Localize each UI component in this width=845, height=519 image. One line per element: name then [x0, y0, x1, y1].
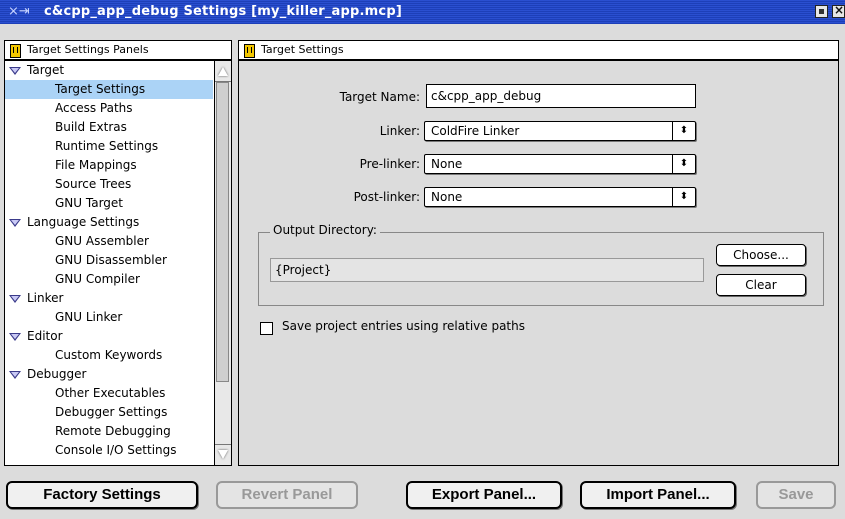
disclosure-triangle-icon[interactable] — [9, 295, 21, 303]
prelinker-value: None — [431, 157, 463, 171]
collapse-box-icon[interactable] — [815, 5, 828, 18]
clear-button[interactable]: Clear — [716, 274, 806, 296]
tree-item[interactable]: GNU Disassembler — [5, 251, 231, 270]
postlinker-value: None — [431, 190, 463, 204]
tree-item[interactable]: Source Trees — [5, 175, 231, 194]
tree-item[interactable]: Target Settings — [5, 80, 213, 99]
scroll-thumb[interactable] — [216, 82, 229, 382]
panels-tree[interactable]: Target Target Settings Access Paths Build E… — [4, 60, 232, 466]
save-button[interactable]: Save — [756, 481, 836, 509]
disclosure-triangle-icon[interactable] — [9, 333, 21, 341]
tree-label: Source Trees — [55, 177, 132, 191]
output-directory-path: {Project} — [270, 258, 704, 282]
tree-scrollbar[interactable] — [214, 61, 231, 465]
tree-label: GNU Compiler — [55, 272, 140, 286]
factory-settings-button[interactable]: Factory Settings — [6, 481, 198, 509]
tree-group[interactable]: Debugger — [5, 365, 231, 384]
tree-label: Debugger — [27, 367, 87, 381]
tree-item[interactable]: File Mappings — [5, 156, 231, 175]
tree-label: File Mappings — [55, 158, 137, 172]
tree-label: Editor — [27, 329, 63, 343]
disclosure-triangle-icon[interactable] — [9, 67, 21, 75]
tree-item[interactable]: Runtime Settings — [5, 137, 231, 156]
tree-item[interactable]: Access Paths — [5, 99, 231, 118]
popup-arrows-icon: ⬍ — [672, 122, 695, 140]
close-box-icon[interactable]: × — [832, 3, 845, 18]
tree-label: Target — [27, 63, 65, 77]
tree-label: Linker — [27, 291, 64, 305]
tree-group[interactable]: Language Settings — [5, 213, 231, 232]
tree-label: GNU Target — [55, 196, 123, 210]
panel-badge-icon — [244, 44, 255, 58]
tree-label: GNU Disassembler — [55, 253, 167, 267]
tree-label: GNU Assembler — [55, 234, 149, 248]
tree-group[interactable]: Editor — [5, 327, 231, 346]
revert-panel-button[interactable]: Revert Panel — [216, 481, 358, 509]
disclosure-triangle-icon[interactable] — [9, 371, 21, 379]
tree-label: Target Settings — [55, 82, 146, 96]
scroll-up-arrow-icon[interactable] — [215, 61, 231, 82]
panels-tree-list: Target Target Settings Access Paths Build E… — [5, 61, 231, 460]
panel-header: Target Settings — [238, 40, 839, 60]
tree-item[interactable]: GNU Compiler — [5, 270, 231, 289]
panel-badge-icon — [10, 44, 21, 58]
window-menu-icon[interactable]: ⨯⇥ — [8, 2, 42, 22]
popup-arrows-icon: ⬍ — [672, 188, 695, 206]
export-panel-button[interactable]: Export Panel... — [406, 481, 562, 509]
tree-label: Other Executables — [55, 386, 166, 400]
title-bar[interactable]: ⨯⇥ c&cpp_app_debug Settings [my_killer_a… — [0, 0, 845, 24]
tree-item[interactable]: GNU Target — [5, 194, 231, 213]
relative-paths-label[interactable]: Save project entries using relative path… — [282, 319, 525, 333]
tree-group[interactable]: Target — [5, 61, 231, 80]
postlinker-popup[interactable]: None ⬍ — [424, 187, 696, 207]
popup-arrows-icon: ⬍ — [672, 155, 695, 173]
tree-label: Access Paths — [55, 101, 133, 115]
tree-group[interactable]: Linker — [5, 289, 231, 308]
tree-item[interactable]: Other Executables — [5, 384, 231, 403]
tree-item[interactable]: Debugger Settings — [5, 403, 231, 422]
relative-paths-checkbox[interactable] — [260, 322, 273, 335]
tree-item[interactable]: GNU Assembler — [5, 232, 231, 251]
tree-label: Custom Keywords — [55, 348, 163, 362]
tree-item[interactable]: Build Extras — [5, 118, 231, 137]
prelinker-label: Pre-linker: — [359, 157, 420, 171]
panels-list-title: Target Settings Panels — [27, 43, 149, 56]
scroll-down-arrow-icon[interactable] — [215, 444, 231, 465]
tree-item[interactable]: Custom Keywords — [5, 346, 231, 365]
tree-label: Debugger Settings — [55, 405, 168, 419]
output-directory-title: Output Directory: — [270, 223, 380, 237]
window-title: c&cpp_app_debug Settings [my_killer_app.… — [44, 4, 402, 19]
disclosure-triangle-icon[interactable] — [9, 219, 21, 227]
tree-item[interactable]: Remote Debugging — [5, 422, 231, 441]
postlinker-label: Post-linker: — [353, 190, 420, 204]
linker-label: Linker: — [379, 124, 420, 138]
panel-title: Target Settings — [261, 43, 344, 56]
tree-label: Console I/O Settings — [55, 443, 177, 457]
tree-item[interactable]: GNU Linker — [5, 308, 231, 327]
target-name-field[interactable]: c&cpp_app_debug — [426, 84, 696, 108]
choose-button[interactable]: Choose... — [716, 244, 806, 266]
target-name-label: Target Name: — [339, 90, 420, 104]
panels-list-header: Target Settings Panels — [4, 40, 232, 60]
tree-label: GNU Linker — [55, 310, 123, 324]
tree-label: Build Extras — [55, 120, 127, 134]
tree-label: Language Settings — [27, 215, 140, 229]
settings-window: ⨯⇥ c&cpp_app_debug Settings [my_killer_a… — [0, 0, 845, 519]
prelinker-popup[interactable]: None ⬍ — [424, 154, 696, 174]
tree-label: Remote Debugging — [55, 424, 171, 438]
linker-popup[interactable]: ColdFire Linker ⬍ — [424, 121, 696, 141]
linker-value: ColdFire Linker — [431, 124, 520, 138]
tree-label: Runtime Settings — [55, 139, 159, 153]
tree-item[interactable]: Console I/O Settings — [5, 441, 231, 460]
import-panel-button[interactable]: Import Panel... — [580, 481, 736, 509]
